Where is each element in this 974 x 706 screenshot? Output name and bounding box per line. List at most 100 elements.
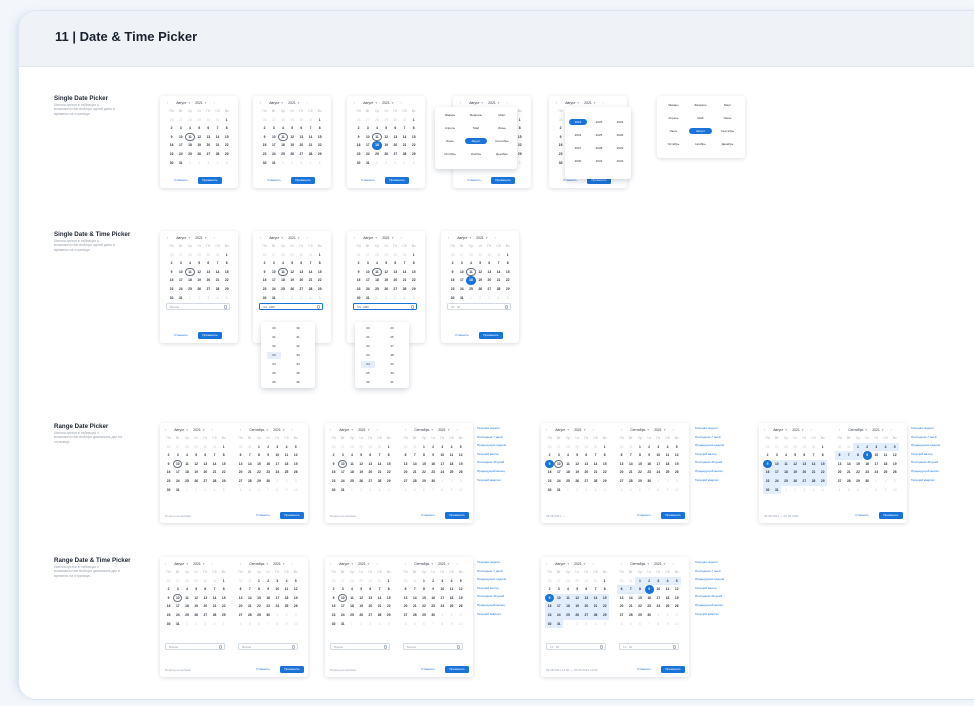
day-cell[interactable]: 12 [456, 585, 465, 594]
day-cell[interactable]: 2 [545, 451, 554, 460]
day-cell[interactable]: 3 [653, 576, 663, 586]
day-cell[interactable]: 31 [554, 486, 563, 495]
day-cell[interactable]: 31 [554, 619, 564, 629]
day-cell[interactable]: 13 [799, 459, 809, 469]
cancel-button[interactable]: Отменить [357, 177, 379, 184]
day-cell[interactable]: 25 [278, 150, 287, 159]
day-cell[interactable]: 9 [448, 268, 457, 277]
day-cell[interactable]: 1 [600, 443, 609, 452]
chevron-left-icon[interactable]: ‹ [546, 562, 547, 566]
day-cell[interactable]: 26 [288, 285, 297, 294]
day-cell[interactable]: 24 [173, 611, 182, 620]
day-cell[interactable]: 28 [213, 150, 222, 159]
day-cell[interactable]: 6 [800, 451, 809, 460]
day-cell[interactable]: 18 [781, 468, 791, 477]
hour-option[interactable]: 04 [267, 361, 281, 368]
day-cell[interactable]: 13 [485, 268, 494, 277]
day-cell[interactable]: 15 [600, 593, 610, 603]
day-cell[interactable]: 25 [372, 285, 381, 294]
day-cell[interactable]: 10 [269, 133, 278, 142]
month-option[interactable]: Январь [439, 112, 461, 118]
day-cell[interactable]: 5 [192, 585, 201, 594]
cancel-button[interactable]: Отменить [633, 666, 655, 673]
day-cell[interactable]: 19 [195, 276, 204, 285]
day-cell[interactable]: 26 [357, 611, 366, 620]
day-cell[interactable]: 11 [185, 267, 195, 277]
day-cell[interactable]: 16 [545, 468, 554, 477]
hour-option[interactable]: 00 [361, 325, 375, 332]
day-cell[interactable]: 22 [254, 602, 263, 611]
month-select[interactable]: Август [269, 236, 279, 240]
day-cell[interactable]: 12 [291, 451, 300, 460]
day-cell[interactable]: 24 [176, 150, 185, 159]
day-cell[interactable]: 9 [329, 594, 338, 603]
day-cell[interactable]: 24 [273, 468, 282, 477]
day-cell[interactable]: 11 [182, 594, 191, 603]
month-option[interactable]: Май [465, 125, 487, 131]
day-cell[interactable]: 24 [554, 477, 563, 486]
day-cell[interactable]: 14 [626, 460, 635, 469]
day-cell[interactable]: 23 [329, 477, 338, 486]
day-cell[interactable]: 23 [763, 476, 773, 486]
day-cell[interactable]: 9 [645, 451, 654, 460]
year-option[interactable]: 2026 [611, 132, 629, 138]
day-cell[interactable]: 21 [844, 468, 853, 477]
day-cell[interactable]: 28 [626, 611, 635, 620]
year-select[interactable]: 2021 [193, 428, 201, 432]
chevron-right-icon[interactable]: › [457, 562, 458, 566]
preset-link[interactable]: Последние 30 дней [477, 460, 504, 464]
day-cell[interactable]: 21 [400, 141, 409, 150]
year-select[interactable]: 2021 [476, 236, 484, 240]
month-option[interactable]: Июнь [716, 115, 739, 121]
day-cell[interactable]: 10 [654, 585, 663, 594]
day-cell[interactable]: 26 [672, 468, 681, 477]
day-cell[interactable]: 14 [306, 268, 315, 277]
day-cell[interactable]: 27 [835, 477, 844, 486]
day-cell[interactable]: 7 [809, 451, 818, 460]
day-cell[interactable]: 9 [545, 459, 555, 469]
day-cell[interactable]: 22 [384, 602, 393, 611]
day-cell[interactable]: 28 [306, 285, 315, 294]
year-select[interactable]: 2021 [358, 428, 366, 432]
chevron-left-icon[interactable]: ‹ [621, 562, 622, 566]
day-cell[interactable]: 19 [291, 594, 300, 603]
day-cell[interactable]: 5 [357, 451, 366, 460]
day-cell[interactable]: 2 [260, 259, 269, 268]
day-cell[interactable]: 18 [881, 460, 890, 469]
day-cell[interactable]: 3 [363, 124, 372, 133]
day-cell[interactable]: 3 [363, 259, 372, 268]
day-cell[interactable]: 20 [201, 468, 210, 477]
day-cell[interactable]: 25 [372, 150, 381, 159]
day-cell[interactable]: 15 [635, 460, 644, 469]
year-select[interactable]: 2021 [574, 428, 582, 432]
day-cell[interactable]: 15 [219, 594, 228, 603]
hour-option[interactable]: 06 [267, 379, 281, 386]
day-cell[interactable]: 19 [288, 276, 297, 285]
day-cell[interactable]: 19 [382, 141, 391, 150]
day-cell[interactable]: 8 [409, 259, 418, 268]
day-cell[interactable]: 18 [347, 468, 356, 477]
day-cell[interactable]: 12 [357, 460, 366, 469]
day-cell[interactable]: 18 [278, 276, 287, 285]
day-cell[interactable]: 14 [210, 594, 219, 603]
chevron-left-icon[interactable]: ‹ [839, 428, 840, 432]
day-cell[interactable]: 20 [391, 276, 400, 285]
month-option[interactable]: Август [689, 128, 712, 134]
day-cell[interactable]: 14 [245, 460, 254, 469]
day-cell[interactable]: 11 [372, 267, 382, 277]
day-cell[interactable]: 15 [635, 594, 644, 603]
day-cell[interactable]: 7 [400, 259, 409, 268]
day-cell[interactable]: 15 [503, 268, 512, 277]
preset-link[interactable]: Текущий месяц [477, 452, 498, 456]
day-cell[interactable]: 6 [835, 451, 845, 460]
day-cell[interactable]: 30 [556, 159, 565, 168]
day-cell[interactable]: 15 [818, 459, 828, 469]
month-select[interactable]: Август [174, 562, 184, 566]
day-cell[interactable]: 22 [222, 276, 231, 285]
day-cell[interactable]: 5 [357, 585, 366, 594]
day-cell[interactable]: 1 [315, 116, 324, 125]
day-cell[interactable]: 18 [447, 460, 456, 469]
day-cell[interactable]: 8 [600, 451, 609, 460]
day-cell[interactable]: 22 [853, 468, 862, 477]
day-cell[interactable]: 25 [347, 611, 356, 620]
